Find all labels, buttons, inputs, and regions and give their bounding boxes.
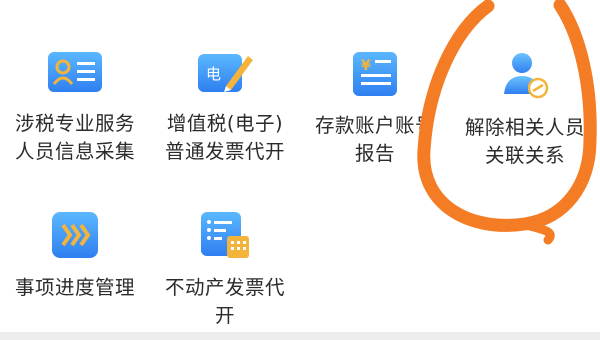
service-tile-tax-staff-info[interactable]: 涉税专业服务 人员信息采集 xyxy=(0,50,150,166)
service-tile-progress-management[interactable]: 事项进度管理 xyxy=(0,210,150,302)
service-tile-unlink-related-person[interactable]: 解除相关人员 关联关系 xyxy=(450,50,600,170)
yuan-document-icon: ¥ xyxy=(347,50,403,98)
person-unlink-icon xyxy=(496,50,554,100)
service-label: 不动产发票代 开 xyxy=(164,276,285,327)
service-tile-real-estate-invoice[interactable]: 不动产发票代 开 xyxy=(150,210,300,330)
id-card-icon xyxy=(46,50,104,96)
service-tile-deposit-account-report[interactable]: ¥ 存款账户账号 报告 xyxy=(300,50,450,168)
double-chevron-right-icon xyxy=(50,210,100,260)
service-label: 解除相关人员 关联关系 xyxy=(464,116,585,167)
bottom-divider xyxy=(0,332,600,340)
service-label: 存款账户账号 报告 xyxy=(314,114,435,165)
service-tile-vat-e-invoice[interactable]: 电 增值税(电子) 普通发票代开 xyxy=(150,50,300,166)
building-list-icon xyxy=(197,210,253,260)
service-label: 涉税专业服务 人员信息采集 xyxy=(14,112,135,163)
yuan-badge-text: ¥ xyxy=(361,58,371,74)
e-badge-text: 电 xyxy=(206,65,221,83)
service-label: 事项进度管理 xyxy=(14,276,135,299)
e-invoice-pen-icon: 电 xyxy=(196,50,254,96)
service-label: 增值税(电子) 普通发票代开 xyxy=(164,112,285,163)
